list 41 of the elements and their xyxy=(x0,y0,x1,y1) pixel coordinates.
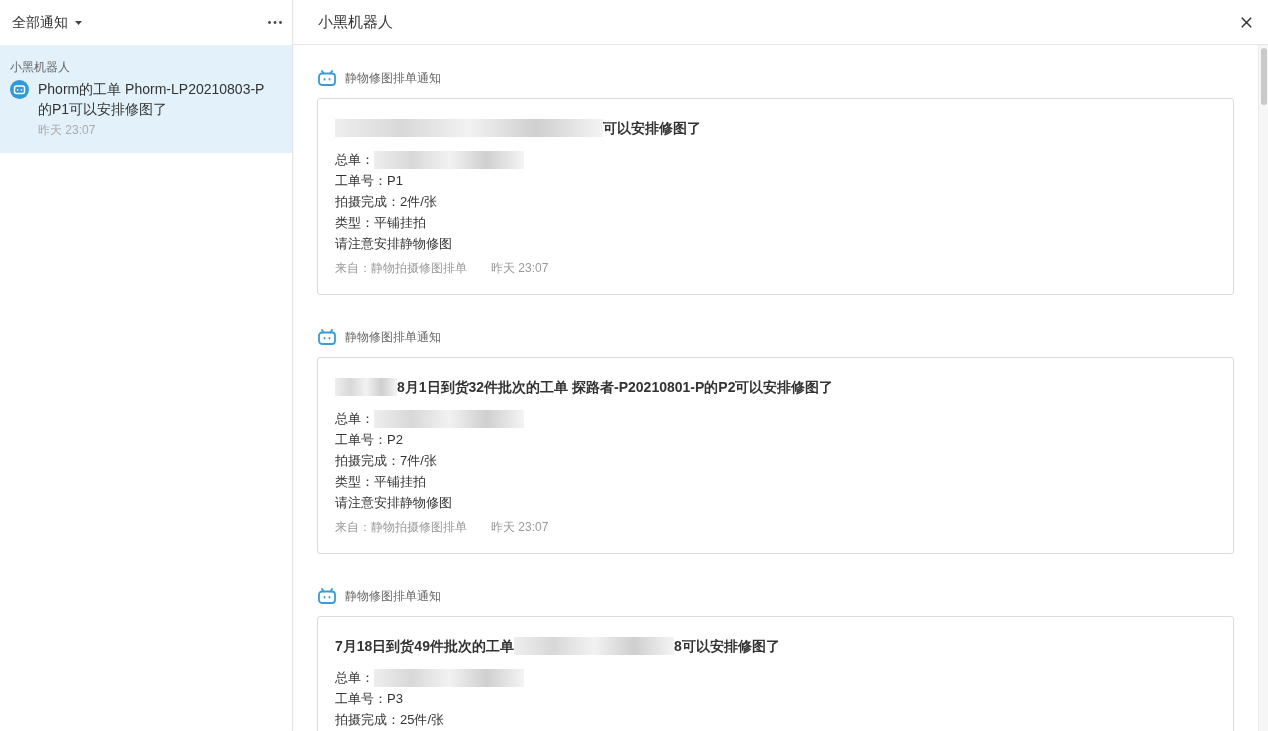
conversation-title: 小黑机器人 xyxy=(318,12,393,32)
selected-conversation[interactable]: 小黑机器人 Phorm的工单 Phorm-LP20210803-P的P1可以安排修图了 昨天 23:07 xyxy=(0,45,292,153)
field-label: 总单： xyxy=(335,151,374,169)
notification-origin: 来自：静物拍摄修图排单 xyxy=(335,260,467,277)
conversation-preview: Phorm的工单 Phorm-LP20210803-P的P1可以安排修图了 xyxy=(38,80,266,119)
notification-title: 7月18日到货49件批次的工单 xyxy=(335,637,514,656)
field-text: 类型：平铺挂拍 xyxy=(335,473,426,491)
field-text: 拍摄完成：7件/张 xyxy=(335,452,437,470)
robot-avatar-icon xyxy=(10,80,29,99)
field-text: 工单号：P3 xyxy=(335,690,403,708)
notification-time: 昨天 23:07 xyxy=(491,519,549,536)
notification-time: 昨天 23:07 xyxy=(491,260,549,277)
more-button[interactable] xyxy=(268,21,282,24)
field-text: 请注意安排静物修图 xyxy=(335,494,452,512)
notification-title: 8月1日到货32件批次的工单 探路者-P20210801-P的P2可以安排修图了 xyxy=(397,378,834,397)
notification-origin: 来自：静物拍摄修图排单 xyxy=(335,519,467,536)
notification-source: 静物修图排单通知 xyxy=(345,328,441,346)
robot-icon xyxy=(317,588,337,604)
notification-title: 可以安排修图了 xyxy=(603,119,701,138)
field-text: 请注意安排静物修图 xyxy=(335,235,452,253)
notification-source: 静物修图排单通知 xyxy=(345,69,441,87)
conversation-time: 昨天 23:07 xyxy=(38,122,97,139)
field-text: 拍摄完成：25件/张 xyxy=(335,711,445,729)
field-text: 拍摄完成：2件/张 xyxy=(335,193,437,211)
group-name: 小黑机器人 xyxy=(10,59,71,75)
notification-source: 静物修图排单通知 xyxy=(345,587,441,605)
close-button[interactable] xyxy=(1241,16,1252,28)
robot-icon xyxy=(317,329,337,345)
field-text: 工单号：P1 xyxy=(335,172,403,190)
redaction-block xyxy=(335,378,397,396)
caret-icon xyxy=(75,20,82,25)
field-label: 总单： xyxy=(335,669,374,687)
more-icon xyxy=(268,21,282,24)
field-text: 类型：平铺挂拍 xyxy=(335,214,426,232)
robot-icon xyxy=(317,70,337,86)
field-label: 总单： xyxy=(335,410,374,428)
scrollbar-thumb[interactable] xyxy=(1261,48,1267,105)
notification-title: 8可以安排修图了 xyxy=(673,637,780,656)
filter-dropdown[interactable]: 全部通知 xyxy=(12,13,82,32)
field-text: 工单号：P2 xyxy=(335,431,403,449)
close-icon xyxy=(1241,16,1252,28)
